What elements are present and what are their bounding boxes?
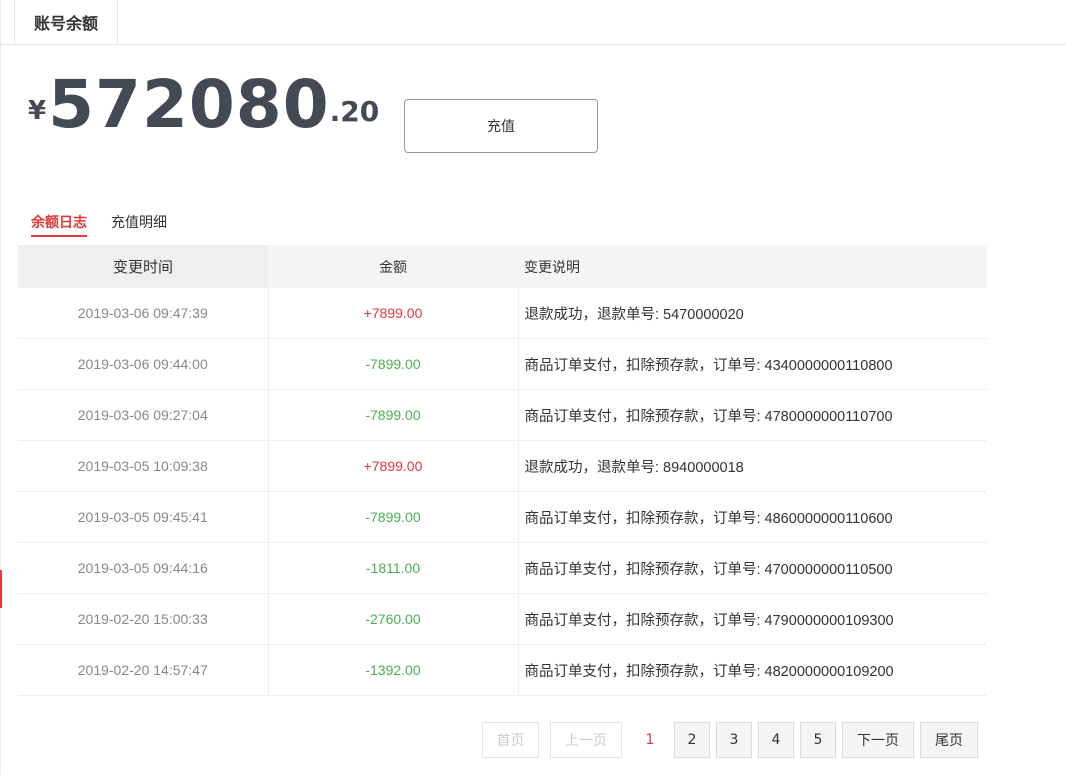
row-time: 2019-03-05 09:44:16	[18, 542, 269, 594]
next-page-button[interactable]: 下一页	[842, 722, 914, 758]
row-description: 商品订单支付，扣除预存款，订单号: 4860000000110600	[518, 491, 987, 543]
balance-display: ¥ 572080 .20	[28, 72, 379, 138]
row-amount: -2760.00	[268, 593, 519, 645]
row-time: 2019-02-20 14:57:47	[18, 644, 269, 696]
subtab-bar: 余额日志 充值明细	[31, 212, 191, 237]
row-time: 2019-03-05 10:09:38	[18, 440, 269, 492]
row-description: 商品订单支付，扣除预存款，订单号: 4820000000109200	[518, 644, 987, 696]
page-2-button[interactable]: 2	[674, 722, 710, 758]
table-row: 2019-02-20 15:00:33 -2760.00 商品订单支付，扣除预存款，…	[18, 593, 987, 645]
currency-symbol: ¥	[28, 96, 47, 126]
page-5-button[interactable]: 5	[800, 722, 836, 758]
first-page-button[interactable]: 首页	[482, 722, 539, 758]
pagination: 首页 上一页 1 2 3 4 5 下一页 尾页	[482, 722, 984, 758]
last-page-button[interactable]: 尾页	[920, 722, 978, 758]
table-row: 2019-02-20 14:57:47 -1392.00 商品订单支付，扣除预存款，…	[18, 644, 987, 696]
tab-bar: 账号余额	[0, 0, 1066, 45]
table-row: 2019-03-05 10:09:38 +7899.00 退款成功，退款单号: 89…	[18, 440, 987, 492]
recharge-button[interactable]: 充值	[404, 99, 598, 153]
page-4-button[interactable]: 4	[758, 722, 794, 758]
left-edge-marker	[0, 570, 2, 608]
row-description: 商品订单支付，扣除预存款，订单号: 4340000000110800	[518, 338, 987, 390]
balance-log-table: 变更时间 金额 变更说明 2019-03-06 09:47:39 +7899.00…	[18, 245, 987, 696]
row-amount: +7899.00	[268, 440, 519, 492]
page-3-button[interactable]: 3	[716, 722, 752, 758]
row-description: 商品订单支付，扣除预存款，订单号: 4790000000109300	[518, 593, 987, 645]
tab-account-balance[interactable]: 账号余额	[14, 0, 118, 44]
header-description: 变更说明	[518, 245, 987, 288]
row-amount: -7899.00	[268, 389, 519, 441]
row-amount: +7899.00	[268, 288, 519, 339]
table-row: 2019-03-05 09:45:41 -7899.00 商品订单支付，扣除预存款，…	[18, 491, 987, 543]
row-amount: -7899.00	[268, 338, 519, 390]
balance-decimal: .20	[329, 95, 380, 128]
header-amount: 金额	[268, 245, 518, 288]
subtab-balance-log[interactable]: 余额日志	[31, 212, 87, 237]
table-row: 2019-03-06 09:27:04 -7899.00 商品订单支付，扣除预存款，…	[18, 389, 987, 441]
row-time: 2019-03-06 09:47:39	[18, 288, 269, 339]
row-time: 2019-02-20 15:00:33	[18, 593, 269, 645]
row-time: 2019-03-06 09:44:00	[18, 338, 269, 390]
table-row: 2019-03-06 09:47:39 +7899.00 退款成功，退款单号: 54…	[18, 288, 987, 339]
row-time: 2019-03-06 09:27:04	[18, 389, 269, 441]
table-header-row: 变更时间 金额 变更说明	[18, 245, 987, 288]
row-time: 2019-03-05 09:45:41	[18, 491, 269, 543]
row-amount: -7899.00	[268, 491, 519, 543]
prev-page-button[interactable]: 上一页	[550, 722, 622, 758]
table-row: 2019-03-06 09:44:00 -7899.00 商品订单支付，扣除预存款，…	[18, 338, 987, 390]
row-description: 商品订单支付，扣除预存款，订单号: 4700000000110500	[518, 542, 987, 594]
table-row: 2019-03-05 09:44:16 -1811.00 商品订单支付，扣除预存款，…	[18, 542, 987, 594]
row-amount: -1811.00	[268, 542, 519, 594]
page-current[interactable]: 1	[632, 722, 668, 758]
header-change-time: 变更时间	[18, 245, 268, 288]
row-description: 退款成功，退款单号: 8940000018	[518, 440, 987, 492]
row-description: 商品订单支付，扣除预存款，订单号: 4780000000110700	[518, 389, 987, 441]
subtab-recharge-detail[interactable]: 充值明细	[111, 212, 167, 237]
row-description: 退款成功，退款单号: 5470000020	[518, 288, 987, 339]
table-body: 2019-03-06 09:47:39 +7899.00 退款成功，退款单号: 54…	[18, 288, 987, 696]
left-edge-line	[0, 0, 1, 775]
balance-integer: 572080	[48, 66, 330, 143]
row-amount: -1392.00	[268, 644, 519, 696]
